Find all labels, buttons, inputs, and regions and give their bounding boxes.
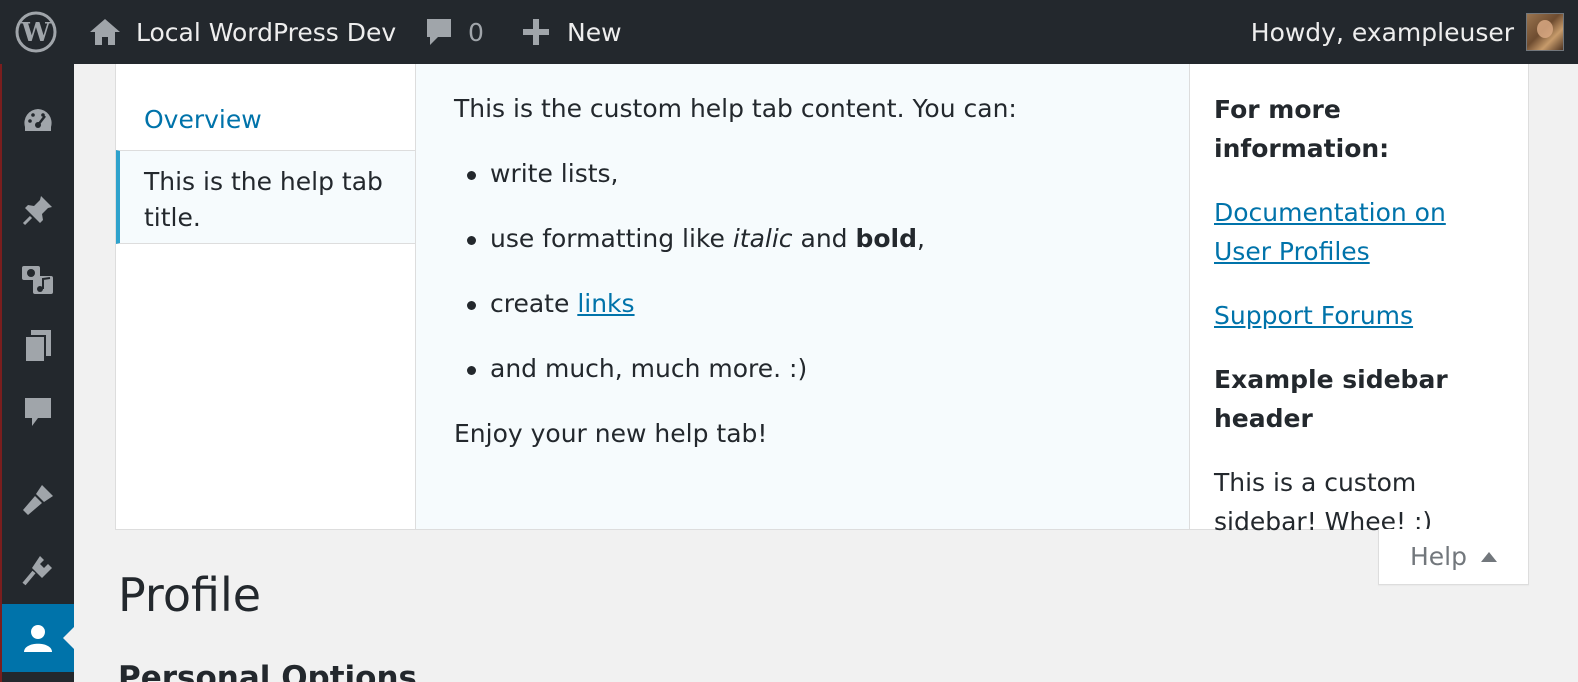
list-item: create links (454, 285, 1151, 323)
list-item-text: write lists, (490, 159, 619, 188)
sidebar-heading: For more information: (1214, 95, 1390, 163)
plugins-icon (20, 552, 56, 588)
sidebar-example-header: Example sidebar header (1214, 365, 1448, 433)
help-sidebar: For more information: Documentation on U… (1190, 64, 1529, 536)
list-item-text: and much, much more. :) (490, 354, 808, 383)
menu-pages[interactable] (2, 316, 74, 376)
site-name-label: Local WordPress Dev (136, 17, 397, 47)
arrow-up-icon (1481, 551, 1497, 562)
dashboard-icon (21, 105, 55, 139)
new-content-menu[interactable]: New (521, 0, 622, 64)
svg-text:W: W (20, 18, 51, 48)
list-item-text: and (792, 224, 856, 253)
help-tab-content: This is the custom help tab content. You… (415, 64, 1190, 529)
plus-icon (521, 17, 551, 47)
menu-appearance[interactable] (2, 470, 74, 530)
comments-count: 0 (468, 17, 484, 47)
home-icon (88, 17, 122, 47)
users-icon (21, 621, 55, 655)
avatar (1526, 13, 1564, 51)
menu-media[interactable] (2, 248, 74, 308)
wordpress-logo-icon[interactable]: W (14, 0, 58, 64)
list-item: write lists, (454, 155, 1151, 193)
tab-help-title[interactable]: This is the help tab title. (116, 150, 415, 244)
comment-bubble-icon (424, 16, 454, 48)
list-item-text: create (490, 289, 578, 318)
italic-text: italic (732, 224, 793, 253)
section-heading: Personal Options (118, 660, 417, 682)
my-account-menu[interactable]: Howdy, exampleuser (1251, 0, 1564, 64)
help-list: write lists, use formatting like italic … (454, 155, 1151, 388)
help-toggle-button[interactable]: Help (1378, 529, 1529, 585)
links-link[interactable]: links (577, 289, 634, 318)
howdy-label: Howdy, exampleuser (1250, 17, 1514, 47)
bold-text: bold (855, 224, 918, 253)
page-title: Profile (118, 568, 262, 622)
menu-comments[interactable] (2, 382, 74, 442)
tab-overview[interactable]: Overview (116, 98, 415, 152)
site-name-link[interactable]: Local WordPress Dev (88, 0, 396, 64)
menu-posts[interactable] (2, 180, 74, 240)
help-intro: This is the custom help tab content. You… (454, 94, 1017, 123)
pages-icon (21, 328, 55, 364)
help-tabs: Overview This is the help tab title. (116, 64, 415, 529)
support-forums-link[interactable]: Support Forums (1214, 296, 1505, 335)
contextual-help-panel: Overview This is the help tab title. Thi… (115, 64, 1529, 536)
appearance-icon (20, 482, 56, 518)
admin-bar: W Local WordPress Dev 0 New Howdy, examp… (0, 0, 1578, 64)
help-toggle-label: Help (1410, 542, 1467, 571)
list-item-text: use formatting like (490, 224, 733, 253)
help-outro: Enjoy your new help tab! (454, 419, 768, 448)
menu-plugins[interactable] (2, 540, 74, 600)
comments-link[interactable]: 0 (424, 0, 484, 64)
pin-icon (21, 193, 55, 227)
list-item: use formatting like italic and bold, (454, 220, 1151, 258)
menu-users[interactable] (2, 604, 74, 672)
documentation-link[interactable]: Documentation on User Profiles (1214, 193, 1505, 271)
admin-menu (0, 64, 74, 682)
new-label: New (567, 17, 622, 47)
comments-icon (22, 395, 54, 429)
media-icon (20, 260, 56, 296)
menu-dashboard[interactable] (2, 92, 74, 152)
list-item-text: , (917, 224, 925, 253)
list-item: and much, much more. :) (454, 350, 1151, 388)
